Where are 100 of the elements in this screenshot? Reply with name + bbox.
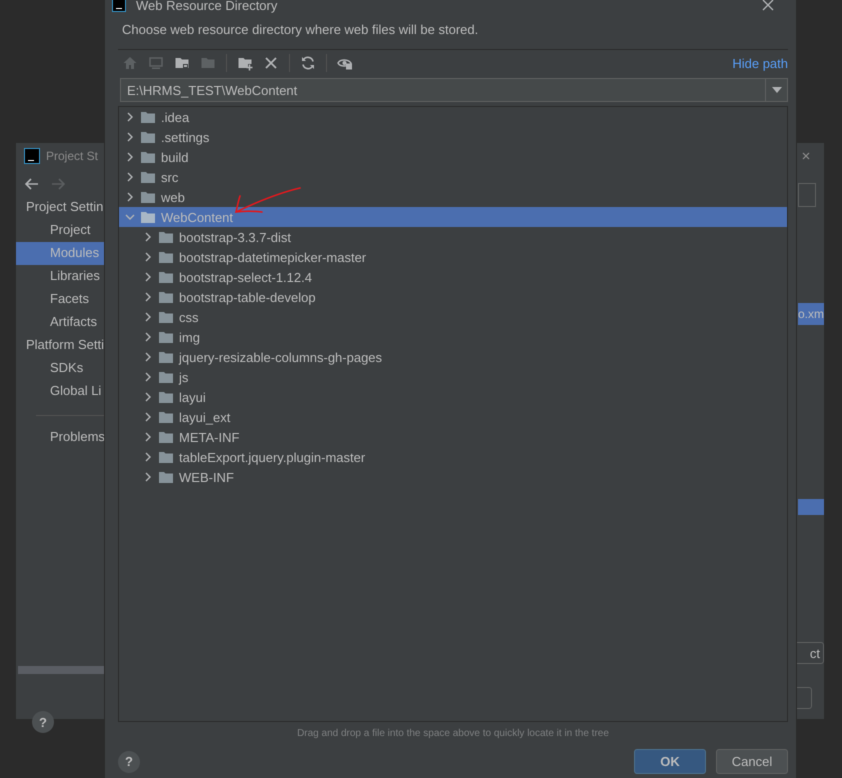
tree-row[interactable]: .settings — [119, 127, 787, 147]
folder-name: .settings — [161, 130, 210, 144]
tree-row[interactable]: css — [119, 307, 787, 327]
folder-name: src — [161, 170, 178, 184]
folder-icon — [141, 211, 155, 223]
tree-row[interactable]: bootstrap-table-develop — [119, 287, 787, 307]
folder-icon — [141, 151, 155, 163]
chevron-right-icon[interactable] — [143, 232, 153, 242]
chevron-right-icon[interactable] — [125, 192, 135, 202]
folder-icon — [141, 111, 155, 123]
folder-badge-icon[interactable] — [174, 55, 190, 71]
folder-name: bootstrap-select-1.12.4 — [179, 270, 312, 284]
folder-icon — [159, 331, 173, 343]
description-text: Choose web resource directory where web files will be stored. — [118, 14, 788, 50]
refresh-icon[interactable] — [300, 55, 316, 71]
text-field[interactable] — [798, 183, 816, 207]
chevron-right-icon[interactable] — [125, 172, 135, 182]
tree-row[interactable]: web — [119, 187, 787, 207]
chevron-right-icon[interactable] — [125, 152, 135, 162]
folder-name: bootstrap-datetimepicker-master — [179, 250, 366, 264]
help-button[interactable]: ? — [118, 750, 140, 772]
cancel-button[interactable]: Cancel — [716, 749, 788, 774]
app-logo-icon — [112, 0, 126, 12]
folder-name: css — [179, 310, 198, 324]
folder-icon — [159, 451, 173, 463]
folder-icon — [141, 171, 155, 183]
chevron-right-icon[interactable] — [143, 392, 153, 402]
hide-path-link[interactable]: Hide path — [732, 56, 788, 70]
folder-icon — [159, 471, 173, 483]
tree-row[interactable]: layui_ext — [119, 407, 787, 427]
sidebar-item[interactable]: Libraries — [16, 265, 104, 288]
chevron-right-icon[interactable] — [125, 112, 135, 122]
tree-row[interactable]: .idea — [119, 107, 787, 127]
tree-row[interactable]: build — [119, 147, 787, 167]
chevron-right-icon[interactable] — [143, 312, 153, 322]
folder-name: js — [179, 370, 188, 384]
chevron-right-icon[interactable] — [125, 132, 135, 142]
tree-row[interactable]: src — [119, 167, 787, 187]
tree-row[interactable]: bootstrap-datetimepicker-master — [119, 247, 787, 267]
scrollbar[interactable] — [18, 666, 104, 674]
window-title: Project St — [46, 149, 98, 163]
chevron-right-icon[interactable] — [143, 432, 153, 442]
folder-name: WebContent — [161, 210, 234, 224]
folder-name: bootstrap-table-develop — [179, 290, 316, 304]
tree-row[interactable]: bootstrap-select-1.12.4 — [119, 267, 787, 287]
sidebar-item[interactable]: SDKs — [16, 357, 104, 380]
chevron-right-icon[interactable] — [143, 292, 153, 302]
tree-row[interactable]: META-INF — [119, 427, 787, 447]
sidebar-item[interactable]: Global Li — [16, 380, 104, 403]
help-button[interactable]: ? — [32, 711, 54, 733]
folder-icon — [159, 291, 173, 303]
sidebar-group-label: Platform Setti — [25, 336, 104, 354]
sidebar-item[interactable]: Artifacts — [16, 311, 104, 334]
app-logo-icon — [24, 148, 40, 164]
chevron-right-icon[interactable] — [143, 272, 153, 282]
folder-plus-icon[interactable] — [237, 55, 253, 71]
hint-text: Drag and drop a file into the space above to quickly locate it in the tree — [296, 727, 610, 741]
tree-row[interactable]: WEB-INF — [119, 467, 787, 487]
tree-row[interactable]: js — [119, 367, 787, 387]
ok-button[interactable]: OK — [634, 749, 706, 774]
folder-name: build — [161, 150, 188, 164]
folder-name: web — [161, 190, 185, 204]
folder-name: layui_ext — [179, 410, 230, 424]
sidebar-item[interactable]: Facets — [16, 288, 104, 311]
tree-row[interactable]: img — [119, 327, 787, 347]
tree-row[interactable]: bootstrap-3.3.7-dist — [119, 227, 787, 247]
tree-row[interactable]: tableExport.jquery.plugin-master — [119, 447, 787, 467]
folder-icon — [141, 191, 155, 203]
folder-icon — [159, 271, 173, 283]
folder-name: img — [179, 330, 200, 344]
folder-icon — [159, 371, 173, 383]
chevron-right-icon[interactable] — [143, 372, 153, 382]
close-icon[interactable] — [802, 152, 810, 160]
dropdown-arrow-icon[interactable] — [772, 87, 782, 93]
folder-name: tableExport.jquery.plugin-master — [179, 450, 366, 464]
chevron-right-icon[interactable] — [143, 472, 153, 482]
close-icon[interactable] — [762, 0, 774, 11]
sidebar-group-label: Project Settin — [25, 198, 104, 216]
folder-name: bootstrap-3.3.7-dist — [179, 230, 292, 244]
chevron-right-icon[interactable] — [143, 452, 153, 462]
folder-icon — [159, 311, 173, 323]
path-combobox[interactable]: E:\HRMS_TEST\WebContent — [120, 78, 788, 102]
folder-icon — [159, 391, 173, 403]
folder-icon — [159, 251, 173, 263]
sidebar-item[interactable]: Project — [16, 219, 104, 242]
folder-icon — [159, 231, 173, 243]
tree-row[interactable]: jquery-resizable-columns-gh-pages — [119, 347, 787, 367]
chevron-right-icon[interactable] — [143, 332, 153, 342]
back-icon[interactable] — [25, 178, 39, 190]
folder-name: META-INF — [179, 430, 240, 444]
folder-name: jquery-resizable-columns-gh-pages — [179, 350, 382, 364]
folder-icon — [159, 411, 173, 423]
tree-row[interactable]: layui — [119, 387, 787, 407]
folder-name: layui — [179, 390, 206, 404]
folder-icon — [159, 351, 173, 363]
chevron-right-icon[interactable] — [143, 412, 153, 422]
folder-name: .idea — [161, 110, 190, 124]
chevron-right-icon[interactable] — [143, 352, 153, 362]
close-icon[interactable] — [263, 55, 279, 71]
chevron-right-icon[interactable] — [143, 252, 153, 262]
